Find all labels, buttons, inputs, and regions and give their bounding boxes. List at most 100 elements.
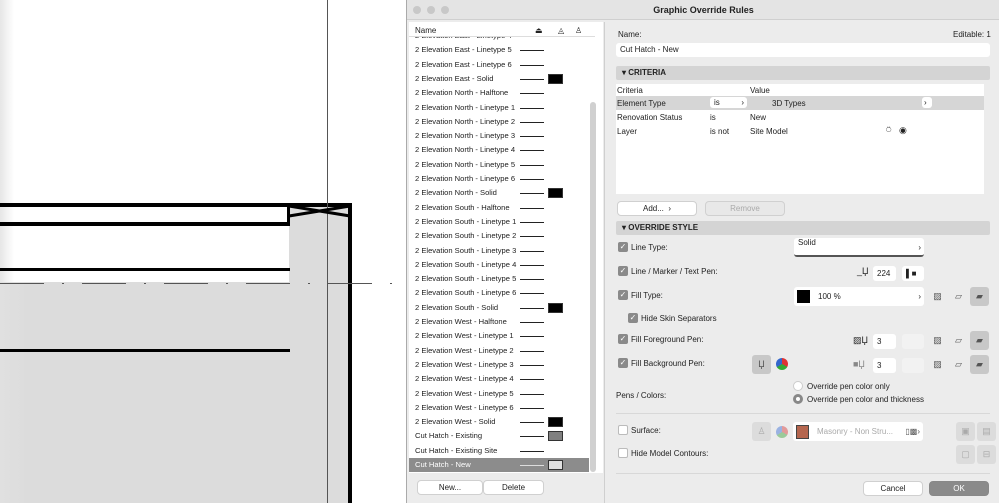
surface-section-icon[interactable]: ▤ bbox=[977, 422, 996, 441]
line-sample bbox=[520, 407, 544, 409]
hide-contours-checkbox[interactable] bbox=[618, 448, 628, 458]
surface-fill-icon[interactable]: ▰ bbox=[970, 287, 989, 306]
line-type-select[interactable]: Solid › bbox=[794, 238, 924, 257]
zoom-button[interactable] bbox=[441, 6, 449, 14]
list-item[interactable]: 2 Elevation South - Linetype 5 bbox=[409, 272, 589, 286]
operator-select[interactable]: is › bbox=[710, 97, 747, 108]
fill-type-checkbox[interactable]: ✓ bbox=[618, 290, 628, 300]
radio-color-only[interactable] bbox=[793, 381, 803, 391]
surface-select[interactable]: Masonry - Non Stru... ▯▩› bbox=[793, 422, 923, 441]
rule-name: 2 Elevation South - Linetype 1 bbox=[415, 216, 517, 226]
fill-bg-input[interactable]: 3 bbox=[873, 358, 896, 373]
list-item[interactable]: 2 Elevation West - Linetype 1 bbox=[409, 329, 589, 343]
fill-bg-checkbox[interactable]: ✓ bbox=[618, 358, 628, 368]
cut-fill-icon[interactable]: ▨ bbox=[928, 355, 947, 374]
line-sample bbox=[520, 436, 544, 438]
list-item[interactable]: 2 Elevation North - Halftone bbox=[409, 86, 589, 100]
line-pen-input[interactable]: 224 bbox=[873, 266, 896, 281]
name-column-header[interactable]: Name bbox=[415, 26, 436, 35]
value-select-button[interactable]: › bbox=[922, 97, 932, 108]
radio-color-thickness[interactable] bbox=[793, 394, 803, 404]
line-type-checkbox[interactable]: ✓ bbox=[618, 242, 628, 252]
list-item[interactable]: 2 Elevation South - Linetype 6 bbox=[409, 286, 589, 300]
list-item[interactable]: 2 Elevation North - Linetype 3 bbox=[409, 129, 589, 143]
cut-fill-icon[interactable]: ▨ bbox=[928, 287, 947, 306]
divider bbox=[616, 413, 990, 414]
eye-icon[interactable]: ◉ bbox=[899, 125, 907, 136]
drawing-canvas[interactable] bbox=[0, 0, 406, 503]
surface-checkbox[interactable] bbox=[618, 425, 628, 435]
close-button[interactable] bbox=[413, 6, 421, 14]
ok-button[interactable]: OK bbox=[929, 481, 989, 496]
surface-3d-icon[interactable]: ▣ bbox=[956, 422, 975, 441]
list-item[interactable]: 2 Elevation South - Halftone bbox=[409, 201, 589, 215]
fill-swatch bbox=[797, 290, 810, 303]
fill-fg-checkbox[interactable]: ✓ bbox=[618, 334, 628, 344]
criteria-section-header[interactable]: ▾ CRITERIA bbox=[616, 66, 990, 80]
list-item[interactable]: 2 Elevation West - Halftone bbox=[409, 315, 589, 329]
new-button[interactable]: New... bbox=[417, 480, 483, 495]
contour-section-icon[interactable]: ⊟ bbox=[977, 445, 996, 464]
pen-icon: _Џ bbox=[857, 266, 869, 276]
list-item[interactable]: 2 Elevation North - Linetype 1 bbox=[409, 101, 589, 115]
list-item[interactable]: 2 Elevation South - Linetype 4 bbox=[409, 258, 589, 272]
list-item[interactable]: 2 Elevation East - Solid bbox=[409, 72, 589, 86]
list-item[interactable]: 2 Elevation South - Linetype 2 bbox=[409, 229, 589, 243]
list-item[interactable]: 2 Elevation South - Linetype 3 bbox=[409, 244, 589, 258]
cover-fill-icon[interactable]: ▱ bbox=[949, 355, 968, 374]
list-item[interactable]: 2 Elevation West - Linetype 4 bbox=[409, 372, 589, 386]
list-item[interactable]: 2 Elevation North - Linetype 4 bbox=[409, 143, 589, 157]
color-wheel-icon[interactable] bbox=[776, 426, 788, 438]
cancel-button[interactable]: Cancel bbox=[863, 481, 923, 496]
list-item[interactable]: 2 Elevation West - Linetype 3 bbox=[409, 358, 589, 372]
pen-color-swatch[interactable]: ▌■ bbox=[902, 266, 924, 281]
minimize-button[interactable] bbox=[427, 6, 435, 14]
line-pen-checkbox[interactable]: ✓ bbox=[618, 266, 628, 276]
brush-icon[interactable]: ♙ bbox=[752, 422, 771, 441]
line-sample bbox=[520, 78, 544, 80]
override-style-section-header[interactable]: ▾ OVERRIDE STYLE bbox=[616, 221, 990, 235]
fill-fg-label: Fill Foreground Pen: bbox=[631, 335, 704, 344]
list-item[interactable]: 2 Elevation East - Linetype 5 bbox=[409, 43, 589, 57]
fill-swatch bbox=[548, 302, 563, 313]
list-item[interactable]: 2 Elevation West - Linetype 6 bbox=[409, 401, 589, 415]
list-item[interactable]: 2 Elevation West - Solid bbox=[409, 415, 589, 429]
name-input[interactable]: Cut Hatch - New bbox=[616, 43, 990, 57]
fill-swatch bbox=[548, 431, 563, 442]
list-item[interactable]: Cut Hatch - Existing Site bbox=[409, 444, 589, 458]
cover-fill-icon[interactable]: ▱ bbox=[949, 287, 968, 306]
scrollbar[interactable] bbox=[590, 102, 596, 472]
line-sample bbox=[520, 350, 544, 352]
pen-mode-button[interactable]: Џ bbox=[752, 355, 771, 374]
list-item[interactable]: 2 Elevation South - Linetype 1 bbox=[409, 215, 589, 229]
list-item[interactable]: Cut Hatch - Existing bbox=[409, 429, 589, 443]
list-item[interactable]: 2 Elevation North - Solid bbox=[409, 186, 589, 200]
fg-color-swatch[interactable] bbox=[902, 334, 924, 349]
list-item[interactable]: 2 Elevation North - Linetype 6 bbox=[409, 172, 589, 186]
cover-fill-icon[interactable]: ▱ bbox=[949, 331, 968, 350]
list-viewport[interactable]: 2 Elevation East - Linetype 4 2 Elevation… bbox=[409, 37, 589, 473]
list-item[interactable]: 2 Elevation West - Linetype 5 bbox=[409, 387, 589, 401]
surface-fill-icon[interactable]: ▰ bbox=[970, 355, 989, 374]
color-wheel-icon[interactable] bbox=[776, 358, 788, 370]
add-criteria-button[interactable]: Add... › bbox=[617, 201, 697, 216]
line-sample bbox=[520, 379, 544, 381]
fill-fg-input[interactable]: 3 bbox=[873, 334, 896, 349]
list-item[interactable]: 2 Elevation North - Linetype 5 bbox=[409, 158, 589, 172]
list-item[interactable]: 2 Elevation South - Solid bbox=[409, 301, 589, 315]
bg-color-swatch[interactable] bbox=[902, 358, 924, 373]
list-item[interactable]: 2 Elevation West - Linetype 2 bbox=[409, 344, 589, 358]
list-item[interactable]: 2 Elevation North - Linetype 2 bbox=[409, 115, 589, 129]
fill-type-select[interactable]: 100 % › bbox=[794, 287, 924, 306]
line-sample bbox=[520, 264, 544, 266]
delete-button[interactable]: Delete bbox=[483, 480, 544, 495]
remove-criteria-button[interactable]: Remove bbox=[705, 201, 785, 216]
cut-fill-icon[interactable]: ▨ bbox=[928, 331, 947, 350]
hide-skin-checkbox[interactable]: ✓ bbox=[628, 313, 638, 323]
contour-3d-icon[interactable]: ▢ bbox=[956, 445, 975, 464]
surface-fill-icon[interactable]: ▰ bbox=[970, 331, 989, 350]
list-item[interactable]: 2 Elevation East - Linetype 6 bbox=[409, 58, 589, 72]
surface-label: Surface: bbox=[631, 426, 661, 435]
list-item[interactable]: Cut Hatch - New bbox=[409, 458, 589, 473]
lock-icon[interactable]: ⍥ bbox=[886, 125, 891, 136]
